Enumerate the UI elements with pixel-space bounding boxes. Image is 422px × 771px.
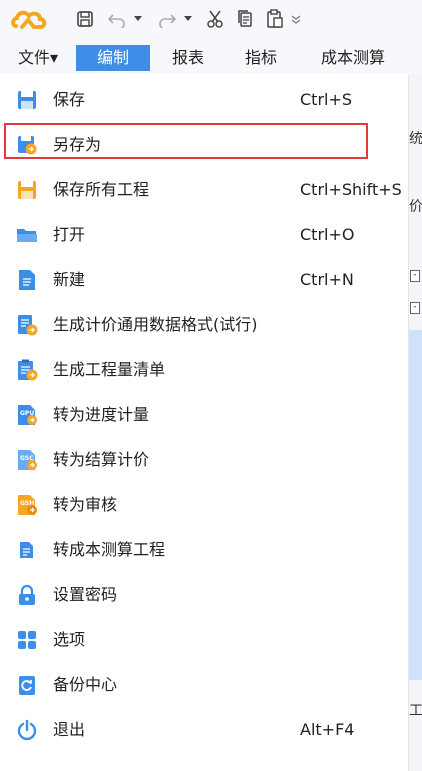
menu-item-label: 备份中心 <box>53 675 118 694</box>
menu-item-backup-center[interactable]: 备份中心 <box>0 664 408 706</box>
menu-item-label: 新建 <box>53 270 86 289</box>
app-logo-icon[interactable] <box>10 6 50 34</box>
export-format-icon <box>16 314 38 336</box>
grid-options-icon <box>16 629 38 651</box>
menu-item-label: 设置密码 <box>53 585 118 604</box>
menu-item-options[interactable]: 选项 <box>0 619 408 661</box>
save-icon <box>16 89 38 111</box>
new-document-icon <box>16 269 38 291</box>
tab-indicators[interactable]: 指标 <box>236 45 286 71</box>
menu-item-label: 转为进度计量 <box>53 405 150 424</box>
menu-item-exit[interactable]: 退出 Alt+F4 <box>0 709 408 751</box>
menu-item-label: 生成工程量清单 <box>53 360 166 379</box>
power-icon <box>16 719 38 741</box>
paste-icon[interactable] <box>264 8 286 30</box>
copy-icon[interactable] <box>234 8 256 30</box>
quick-access-toolbar <box>0 0 422 40</box>
undo-icon[interactable] <box>106 8 128 30</box>
background-fragment: 工程 <box>409 703 422 719</box>
cost-estimate-icon <box>16 539 38 561</box>
tab-cost-estimate[interactable]: 成本测算 <box>310 45 396 71</box>
menu-item-to-audit[interactable]: GSH 转为审核 <box>0 484 408 526</box>
save-as-highlight-box <box>4 123 368 159</box>
menu-item-shortcut: Ctrl+S <box>300 90 353 109</box>
menu-item-label: 转为审核 <box>53 495 118 514</box>
menu-item-save[interactable]: 保存 Ctrl+S <box>0 79 408 121</box>
save-all-icon <box>16 179 38 201</box>
undo-dropdown-chevron-down-icon[interactable] <box>132 8 144 30</box>
menu-item-to-cost-estimate[interactable]: 转成本测算工程 <box>0 529 408 571</box>
menu-item-label: 转为结算计价 <box>53 450 150 469</box>
background-selected-region <box>408 330 422 680</box>
menu-item-label: 生成计价通用数据格式(试行) <box>53 315 258 334</box>
menu-item-label: 选项 <box>53 630 86 649</box>
menu-item-set-password[interactable]: 设置密码 <box>0 574 408 616</box>
lock-icon <box>16 584 38 606</box>
menu-item-label: 退出 <box>53 720 86 739</box>
tab-reports[interactable]: 报表 <box>163 45 213 71</box>
menu-item-to-progress[interactable]: GPU 转为进度计量 <box>0 394 408 436</box>
save-quick-icon[interactable] <box>74 8 96 30</box>
menu-item-shortcut: Alt+F4 <box>300 720 355 739</box>
expand-box-icon: - <box>410 302 420 314</box>
menu-item-shortcut: Ctrl+Shift+S <box>300 180 402 199</box>
menu-item-to-settlement[interactable]: GSC 转为结算计价 <box>0 439 408 481</box>
menu-item-label: 保存 <box>53 90 86 109</box>
folder-open-icon <box>16 224 38 246</box>
backup-icon <box>16 674 38 696</box>
tab-file[interactable]: 文件▾ <box>12 45 64 71</box>
menu-item-label: 转成本测算工程 <box>53 540 166 559</box>
menu-item-generate-bill[interactable]: 生成工程量清单 <box>0 349 408 391</box>
bill-of-quantities-icon <box>16 359 38 381</box>
background-fragment: 价 <box>409 199 422 215</box>
gpu-convert-icon: GPU <box>16 404 38 426</box>
menu-item-new[interactable]: 新建 Ctrl+N <box>0 259 408 301</box>
background-fragment: 统 <box>409 131 422 147</box>
redo-dropdown-chevron-down-icon[interactable] <box>182 8 194 30</box>
expand-box-icon: - <box>410 270 420 282</box>
menu-bar: 文件▾ 编制 报表 指标 成本测算 <box>0 40 422 75</box>
menu-item-save-all[interactable]: 保存所有工程 Ctrl+Shift+S <box>0 169 408 211</box>
menu-item-label: 打开 <box>53 225 86 244</box>
tab-edit[interactable]: 编制 <box>76 45 150 71</box>
file-menu-dropdown: 保存 Ctrl+S 另存为 保存所有工程 Ctrl+Shift+S 打开 Ctr… <box>0 74 409 771</box>
gsh-convert-icon: GSH <box>16 494 38 516</box>
menu-item-shortcut: Ctrl+N <box>300 270 354 289</box>
menu-item-label: 保存所有工程 <box>53 180 150 199</box>
menu-item-shortcut: Ctrl+O <box>300 225 355 244</box>
redo-icon[interactable] <box>156 8 178 30</box>
cut-icon[interactable] <box>204 8 226 30</box>
menu-item-open[interactable]: 打开 Ctrl+O <box>0 214 408 256</box>
gsc-convert-icon: GSC <box>16 449 38 471</box>
menu-item-generate-format[interactable]: 生成计价通用数据格式(试行) <box>0 304 408 346</box>
customize-toolbar-chevron-down-icon[interactable] <box>288 8 304 30</box>
